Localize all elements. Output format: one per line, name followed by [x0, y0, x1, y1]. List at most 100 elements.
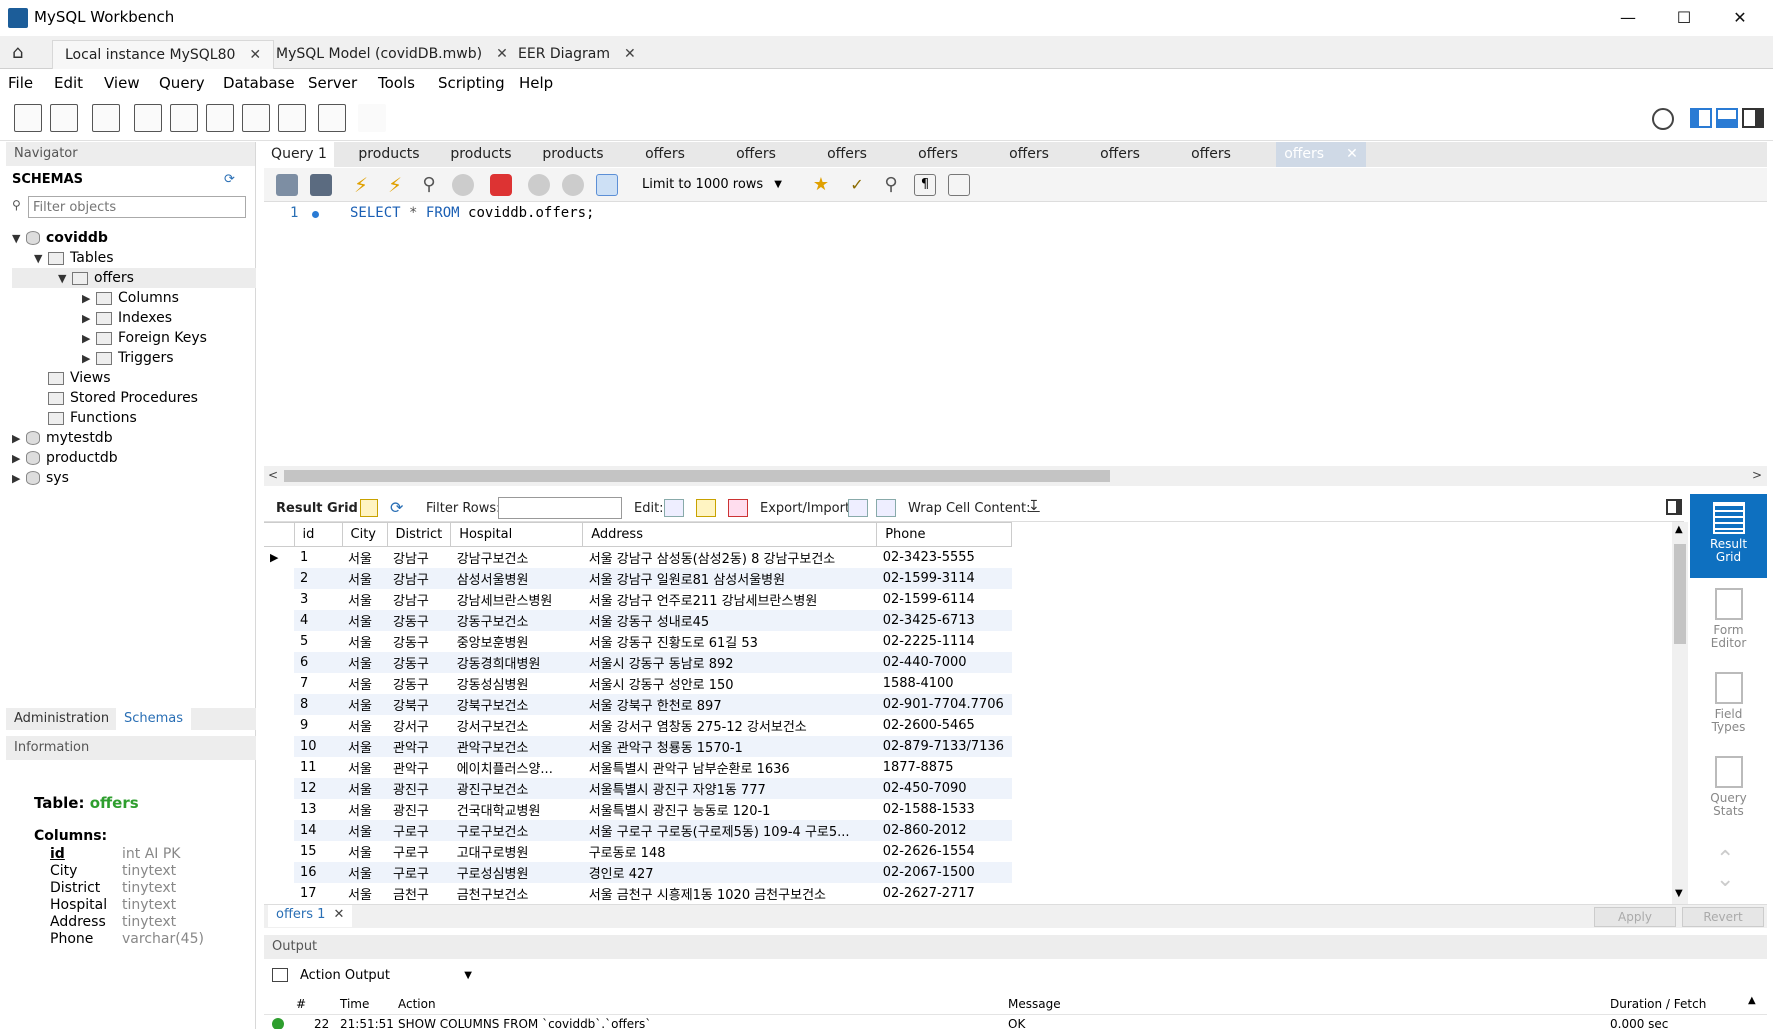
- result-tab-offers-1[interactable]: offers 1 ✕: [268, 905, 353, 927]
- row-header-cell[interactable]: [264, 567, 294, 589]
- field-types-button[interactable]: Field Types: [1690, 666, 1767, 746]
- table-cell[interactable]: 02-901-7704.7706: [876, 693, 1012, 715]
- scroll-thumb[interactable]: [1674, 544, 1686, 644]
- tree-foreign-keys[interactable]: ▶ Foreign Keys: [12, 328, 256, 348]
- table-cell[interactable]: 구로동로 148: [582, 840, 877, 862]
- search-table-data-icon[interactable]: [318, 104, 346, 132]
- table-cell[interactable]: 02-879-7133/7136: [876, 735, 1012, 757]
- row-header-cell[interactable]: [264, 672, 294, 694]
- column-header[interactable]: City: [341, 522, 388, 547]
- save-icon[interactable]: [310, 174, 332, 196]
- table-row[interactable]: 3 서울 강남구 강남세브란스병원 서울 강남구 언주로211 강남세브란스병원 02-1…: [264, 588, 1012, 610]
- menu-database[interactable]: Database: [223, 74, 295, 92]
- row-header-cell[interactable]: [264, 651, 294, 673]
- rollback-icon[interactable]: [562, 174, 584, 196]
- table-cell[interactable]: 02-440-7000: [876, 651, 1012, 673]
- delete-row-icon[interactable]: [728, 499, 748, 517]
- table-cell[interactable]: 12: [294, 777, 342, 799]
- table-cell[interactable]: 서울 강북구 한천로 897: [582, 693, 877, 715]
- copy-icon[interactable]: [272, 968, 288, 982]
- create-table-icon[interactable]: [170, 104, 198, 132]
- table-cell[interactable]: 13: [294, 798, 342, 820]
- table-cell[interactable]: 금천구보건소: [450, 882, 583, 904]
- table-cell[interactable]: 강동경희대병원: [450, 651, 583, 673]
- table-cell[interactable]: 관악구: [387, 735, 451, 757]
- autocommit-icon[interactable]: [596, 174, 618, 196]
- table-cell[interactable]: 11: [294, 756, 342, 778]
- table-cell[interactable]: 서울 강동구 성내로45: [582, 609, 877, 631]
- collapse-icon[interactable]: ▶: [12, 429, 26, 449]
- editor-hscrollbar[interactable]: < >: [264, 466, 1767, 486]
- expand-icon[interactable]: ▼: [34, 249, 48, 269]
- table-cell[interactable]: 강동구: [387, 651, 451, 673]
- find-icon[interactable]: ⚲: [880, 174, 902, 196]
- column-header[interactable]: District: [386, 522, 452, 547]
- table-cell[interactable]: 서울특별시 광진구 자양1동 777: [582, 777, 877, 799]
- schema-coviddb[interactable]: ▼ coviddb: [12, 228, 256, 248]
- table-cell[interactable]: 서울: [342, 693, 387, 715]
- limit-rows-select[interactable]: Limit to 1000 rows ▼: [638, 174, 786, 196]
- table-row[interactable]: ▶ 1 서울 강남구 강남구보건소 서울 강남구 삼성동(삼성2동) 8 강남구보건소 02…: [264, 546, 1012, 568]
- table-row[interactable]: 5 서울 강동구 중앙보훈병원 서울 강동구 진황도로 61길 53 02-2225-11…: [264, 630, 1012, 652]
- table-cell[interactable]: 강동구: [387, 672, 451, 694]
- schema-mytestdb[interactable]: ▶ mytestdb: [12, 428, 256, 448]
- table-row[interactable]: 8 서울 강북구 강북구보건소 서울 강북구 한천로 897 02-901-7704.77…: [264, 693, 1012, 715]
- grid-vscrollbar[interactable]: ▲ ▼: [1672, 522, 1688, 904]
- table-row[interactable]: 11 서울 관악구 에이치플러스양... 서울특별시 관악구 남부순환로 1636 187…: [264, 756, 1012, 778]
- table-cell[interactable]: 1877-8875: [876, 756, 1012, 778]
- table-cell[interactable]: 중앙보훈병원: [450, 630, 583, 652]
- toggle-secondary-sidebar-icon[interactable]: [1742, 108, 1764, 128]
- table-cell[interactable]: 17: [294, 882, 342, 904]
- collapse-icon[interactable]: ▶: [12, 469, 26, 489]
- table-cell[interactable]: 강북구보건소: [450, 693, 583, 715]
- table-cell[interactable]: 서울: [342, 672, 387, 694]
- result-grid-button[interactable]: Result Grid: [1690, 494, 1767, 578]
- table-cell[interactable]: 서울: [342, 546, 387, 568]
- table-cell[interactable]: 8: [294, 693, 342, 715]
- more-chevrons-icon[interactable]: ⌃ ⌄: [1716, 849, 1734, 891]
- table-cell[interactable]: 구로구: [387, 840, 451, 862]
- table-cell[interactable]: 서울: [342, 567, 387, 589]
- table-cell[interactable]: 02-2225-1114: [876, 630, 1012, 652]
- table-cell[interactable]: 서울 강서구 염창동 275-12 강서보건소: [582, 714, 877, 736]
- row-header-cell[interactable]: [264, 630, 294, 652]
- create-view-icon[interactable]: [206, 104, 234, 132]
- tab-administration[interactable]: Administration: [14, 711, 109, 726]
- table-cell[interactable]: 서울: [342, 588, 387, 610]
- table-cell[interactable]: 02-2627-2717: [876, 882, 1012, 904]
- toggle-sidebar-icon[interactable]: [1690, 108, 1712, 128]
- table-cell[interactable]: 02-1599-3114: [876, 567, 1012, 589]
- row-header-cell[interactable]: [264, 798, 294, 820]
- table-cell[interactable]: 강남구: [387, 567, 451, 589]
- scroll-down-icon[interactable]: ▼: [1675, 888, 1683, 899]
- minimize-icon[interactable]: —: [1600, 0, 1656, 36]
- table-cell[interactable]: 광진구보건소: [450, 777, 583, 799]
- table-cell[interactable]: 서울: [342, 882, 387, 904]
- refresh-schemas-icon[interactable]: ⟳: [224, 172, 235, 187]
- table-cell[interactable]: 서울 강남구 언주로211 강남세브란스병원: [582, 588, 877, 610]
- open-sql-script-icon[interactable]: [50, 104, 78, 132]
- row-header-cell[interactable]: [264, 588, 294, 610]
- collapse-icon[interactable]: ▶: [82, 309, 96, 329]
- table-cell[interactable]: 14: [294, 819, 342, 841]
- menu-help[interactable]: Help: [519, 74, 553, 92]
- filter-rows-input[interactable]: [498, 497, 622, 519]
- table-row[interactable]: 10 서울 관악구 관악구보건소 서울 관악구 청룡동 1570-1 02-879-713…: [264, 735, 1012, 757]
- table-row[interactable]: 15 서울 구로구 고대구로병원 구로동로 148 02-2626-1554: [264, 840, 1012, 862]
- table-cell[interactable]: 강남구: [387, 546, 451, 568]
- tree-indexes[interactable]: ▶ Indexes: [12, 308, 256, 328]
- apply-button[interactable]: Apply: [1594, 907, 1676, 927]
- table-cell[interactable]: 건국대학교병원: [450, 798, 583, 820]
- table-cell[interactable]: 강북구: [387, 693, 451, 715]
- create-procedure-icon[interactable]: [242, 104, 270, 132]
- menu-view[interactable]: View: [104, 74, 140, 92]
- table-cell[interactable]: 서울: [342, 777, 387, 799]
- table-cell[interactable]: 서울: [342, 630, 387, 652]
- menu-file[interactable]: File: [8, 74, 33, 92]
- menu-tools[interactable]: Tools: [378, 74, 415, 92]
- table-cell[interactable]: 서울: [342, 651, 387, 673]
- beautify-icon[interactable]: ✓: [846, 174, 868, 196]
- table-cell[interactable]: 서울특별시 광진구 능동로 120-1: [582, 798, 877, 820]
- row-header-cell[interactable]: [264, 819, 294, 841]
- collapse-icon[interactable]: ▶: [82, 349, 96, 369]
